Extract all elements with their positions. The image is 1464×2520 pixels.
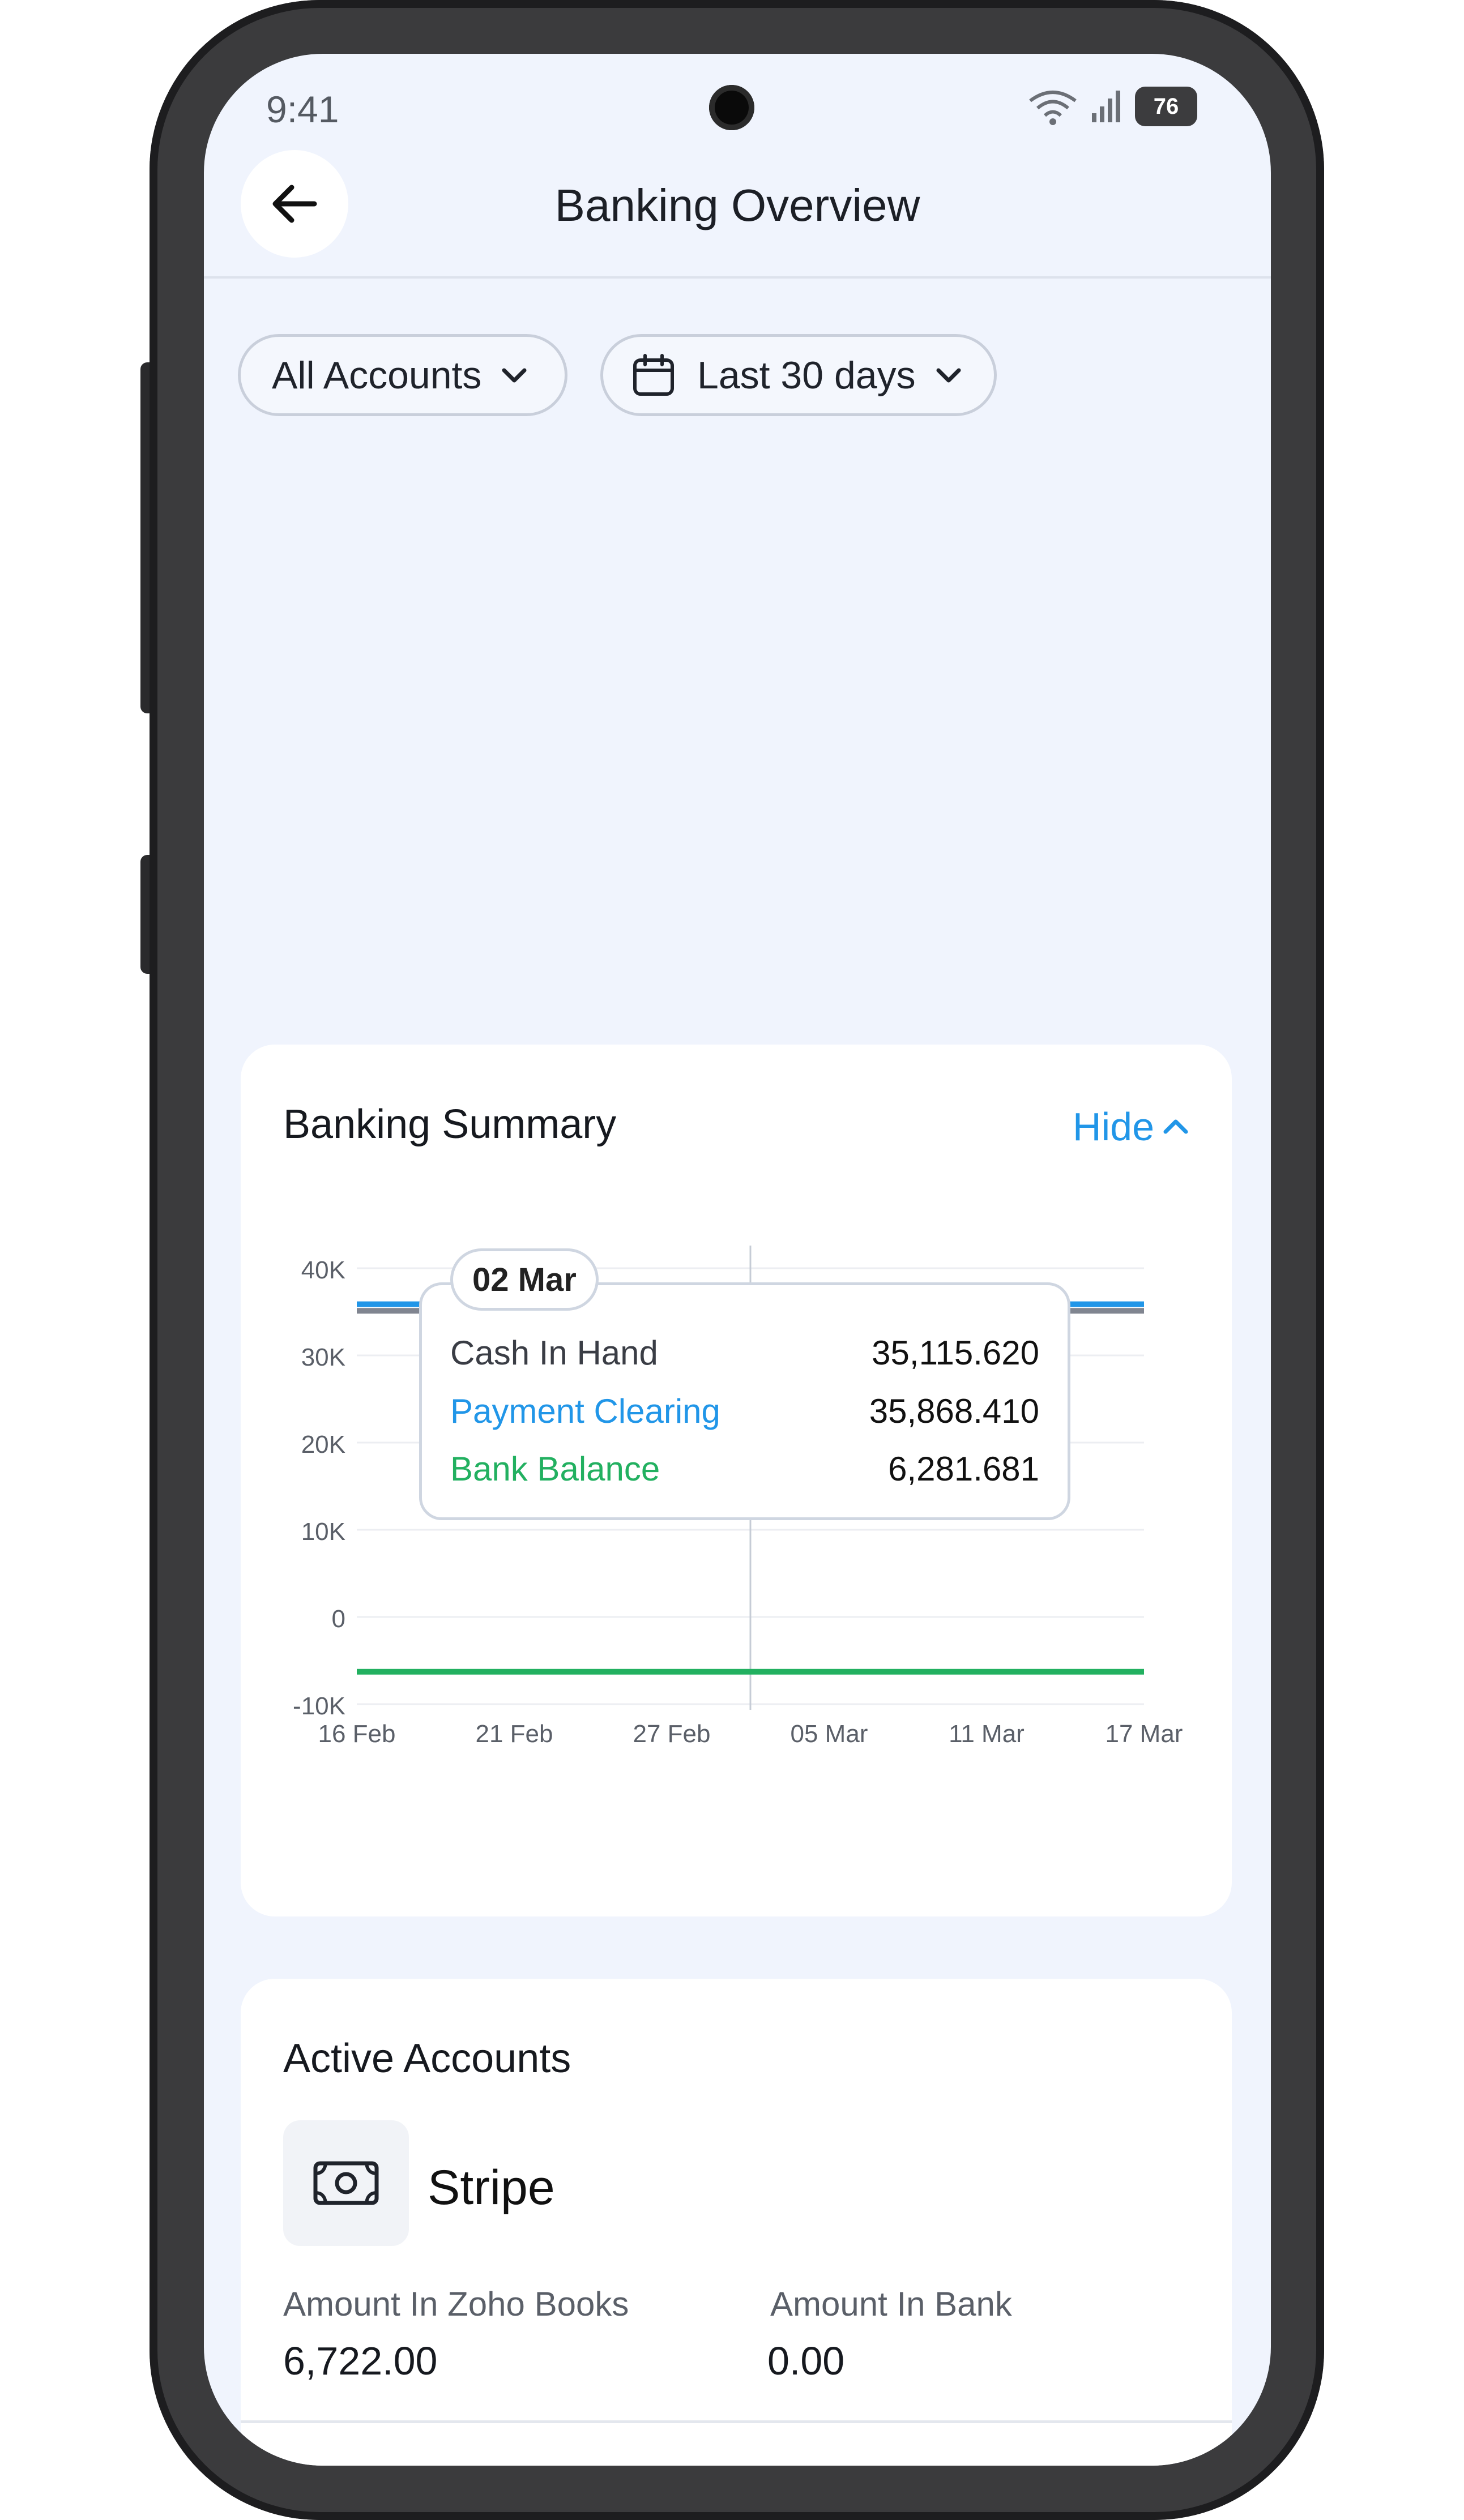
tooltip-label: Cash In Hand [450,1334,658,1372]
y-tick-label: 10K [301,1518,345,1546]
amount-bank-value: 0.00 [767,2339,845,2383]
wifi-icon [1029,91,1077,125]
chevron-down-icon [502,368,527,382]
date-range-label: Last 30 days [697,353,916,397]
cash-icon [283,2120,409,2246]
app-screen: 9:41 76 Banking Overview All Accounts La… [204,54,1271,2466]
tooltip-row-bank-balance: Bank Balance 6,281.681 [450,1449,1039,1488]
x-tick-label: 11 Mar [949,1720,1025,1748]
tooltip-value: 35,115.620 [872,1334,1039,1372]
y-tick-label: 40K [301,1256,345,1284]
chevron-down-icon [936,368,961,382]
calendar-icon [633,353,674,396]
active-accounts-card: Active Accounts Stripe Amount In Zoho Bo… [241,1979,1232,2466]
status-icons: 76 [1027,87,1197,126]
tooltip-row-payment-clearing: Payment Clearing 35,868.410 [450,1392,1039,1431]
tooltip-date: 02 Mar [450,1248,599,1311]
active-accounts-title: Active Accounts [283,2036,571,2081]
battery-icon: 76 [1135,87,1197,126]
row-divider [241,2420,1232,2423]
tooltip-value: 35,868.410 [869,1392,1039,1430]
y-tick-label: 30K [301,1344,345,1371]
x-tick-label: 27 Feb [633,1720,711,1748]
header-divider [204,276,1271,279]
y-tick-label: 20K [301,1431,345,1458]
y-tick-label: 0 [332,1605,345,1633]
x-tick-label: 05 Mar [791,1720,868,1748]
x-tick-label: 16 Feb [318,1720,396,1748]
y-tick-label: -10K [293,1692,345,1720]
account-name: Stripe [428,2160,555,2215]
x-tick-label: 21 Feb [476,1720,553,1748]
front-camera [709,85,754,130]
page-title: Banking Overview [554,180,920,230]
amount-books-label: Amount In Zoho Books [283,2285,629,2323]
banking-summary-card: Banking Summary Hide 40K 30K 20K 10K 0 -10K 16… [241,1045,1232,1916]
tooltip-row-cash-in-hand: Cash In Hand 35,115.620 [450,1333,1039,1372]
account-filter-dropdown[interactable]: All Accounts [238,334,567,416]
x-tick-label: 17 Mar [1106,1720,1183,1748]
tooltip-label: Payment Clearing [450,1392,720,1430]
tooltip-label: Bank Balance [450,1450,660,1488]
status-time: 9:41 [266,88,339,130]
tooltip-value: 6,281.681 [888,1450,1039,1488]
date-range-dropdown[interactable]: Last 30 days [600,334,997,416]
amount-bank-label: Amount In Bank [770,2285,1012,2323]
chart-tooltip: Cash In Hand 35,115.620 Payment Clearing… [419,1282,1070,1520]
signal-icon [1092,91,1120,122]
account-filter-label: All Accounts [272,353,482,397]
amount-books-value: 6,722.00 [283,2339,438,2383]
